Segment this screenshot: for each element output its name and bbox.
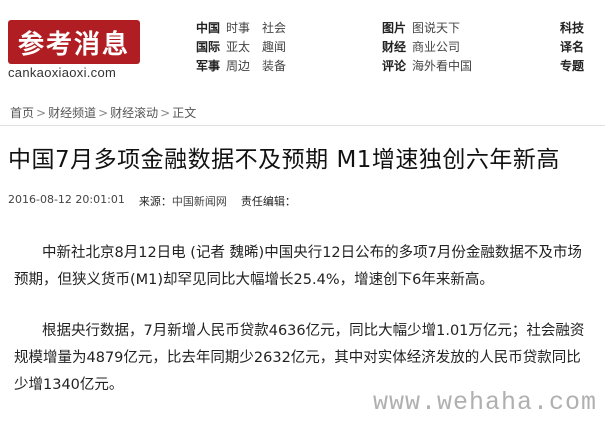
nav-sub-link[interactable]: 装备 — [262, 57, 286, 74]
nav-sub-link[interactable]: 时事 — [226, 19, 250, 36]
nav-sub-link[interactable]: 周边 — [226, 57, 250, 74]
nav-category-link[interactable]: 专题 — [560, 57, 590, 74]
nav-sub-link[interactable]: 亚太 — [226, 38, 250, 55]
breadcrumb-finance-channel[interactable]: 财经频道 — [48, 104, 96, 121]
nav-row: 专题 — [560, 56, 590, 75]
top-nav-group: 科技 译名 专题 — [560, 18, 590, 75]
nav-row: 国际 亚太 趣闻 — [196, 37, 298, 56]
article-title: 中国7月多项金融数据不及预期 M1增速独创六年新高 — [8, 147, 560, 173]
watermark: www.wehaha.com — [372, 388, 597, 417]
nav-row: 军事 周边 装备 — [196, 56, 298, 75]
nav-category-link[interactable]: 图片 — [382, 19, 412, 36]
nav-row: 财经 商业公司 — [382, 37, 484, 56]
top-nav-group: 图片 图说天下 财经 商业公司 评论 海外看中国 — [382, 18, 484, 75]
breadcrumb-separator: > — [36, 105, 47, 120]
nav-category-link[interactable]: 译名 — [560, 38, 590, 55]
nav-row: 评论 海外看中国 — [382, 56, 484, 75]
nav-sub-link[interactable]: 趣闻 — [262, 38, 286, 55]
site-url[interactable]: cankaoxiaoxi.com — [8, 65, 116, 80]
nav-category-link[interactable]: 科技 — [560, 19, 590, 36]
site-header: 参考消息 cankaoxiaoxi.com 中国 时事 社会 国际 亚太 趣闻 军事 周边 装备… — [0, 0, 605, 92]
top-nav-group: 中国 时事 社会 国际 亚太 趣闻 军事 周边 装备 — [196, 18, 298, 75]
source-label: 来源： — [138, 195, 172, 208]
article-paragraph: 根据央行数据，7月新增人民币贷款4636亿元，同比大幅少增1.01万亿元；社会融… — [14, 323, 585, 393]
nav-category-link[interactable]: 中国 — [196, 19, 226, 36]
breadcrumb-separator: > — [160, 105, 171, 120]
article-source: 来源：中国新闻网 — [139, 193, 227, 209]
article-datetime: 2016-08-12 20:01:01 — [8, 193, 125, 206]
nav-category-link[interactable]: 军事 — [196, 57, 226, 74]
nav-category-link[interactable]: 财经 — [382, 38, 412, 55]
nav-row: 图片 图说天下 — [382, 18, 484, 37]
nav-sub-link[interactable]: 海外看中国 — [412, 57, 472, 74]
nav-row: 科技 — [560, 18, 590, 37]
nav-category-link[interactable]: 国际 — [196, 38, 226, 55]
nav-sub-link[interactable]: 社会 — [262, 19, 286, 36]
breadcrumb-current: 正文 — [172, 106, 197, 120]
nav-category-link[interactable]: 评论 — [382, 57, 412, 74]
nav-sub-link[interactable]: 图说天下 — [412, 19, 460, 36]
breadcrumb: 首页 > 财经频道 > 财经滚动 > 正文 — [0, 100, 605, 126]
nav-row: 中国 时事 社会 — [196, 18, 298, 37]
breadcrumb-finance-scroll[interactable]: 财经滚动 — [110, 104, 158, 121]
source-link[interactable]: 中国新闻网 — [172, 195, 227, 208]
nav-row: 译名 — [560, 37, 590, 56]
article-paragraph: 中新社北京8月12日电 (记者 魏晞)中国央行12日公布的多项7月份金融数据不及… — [14, 245, 582, 288]
site-logo[interactable]: 参考消息 — [8, 20, 140, 64]
breadcrumb-home[interactable]: 首页 — [10, 104, 34, 121]
nav-sub-link[interactable]: 商业公司 — [412, 38, 460, 55]
editor-label: 责任编辑： — [240, 195, 296, 208]
breadcrumb-separator: > — [98, 105, 109, 120]
article-meta: 2016-08-12 20:01:01 来源：中国新闻网 责任编辑： — [8, 193, 296, 209]
